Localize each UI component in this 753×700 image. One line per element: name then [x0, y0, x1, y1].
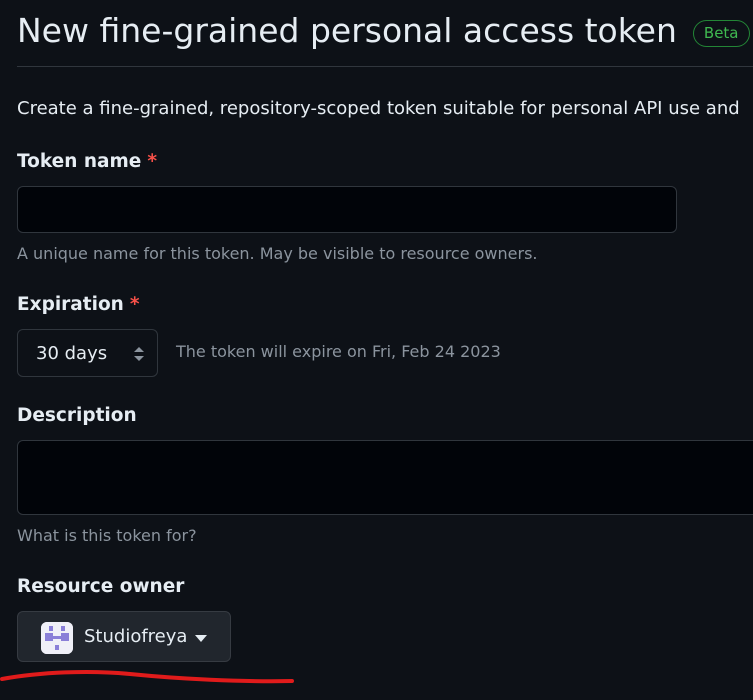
- description-label: Description: [17, 405, 137, 426]
- required-mark: *: [129, 294, 140, 315]
- required-mark: *: [147, 151, 158, 172]
- header-divider: [17, 66, 753, 67]
- token-name-hint: A unique name for this token. May be vis…: [17, 244, 538, 263]
- caret-down-icon: [195, 635, 207, 642]
- description-hint: What is this token for?: [17, 526, 197, 545]
- expiration-select[interactable]: 30 days: [17, 329, 158, 377]
- expiration-label-text: Expiration: [17, 294, 124, 315]
- org-avatar-icon: [41, 622, 73, 654]
- token-name-label-text: Token name: [17, 151, 142, 172]
- expiration-note: The token will expire on Fri, Feb 24 202…: [176, 342, 501, 361]
- expiration-label: Expiration *: [17, 293, 140, 317]
- resource-owner-name: Studiofreya: [84, 626, 188, 647]
- page-header: New fine-grained personal access token B…: [17, 10, 750, 52]
- expiration-selected-value: 30 days: [36, 343, 108, 364]
- select-updown-icon: [134, 347, 144, 361]
- token-name-label: Token name *: [17, 150, 157, 174]
- resource-owner-dropdown[interactable]: Studiofreya: [17, 611, 231, 662]
- description-input[interactable]: [17, 440, 753, 515]
- annotation-underline: [0, 669, 294, 684]
- resource-owner-label: Resource owner: [17, 576, 185, 597]
- page: New fine-grained personal access token B…: [0, 0, 753, 700]
- page-description: Create a fine-grained, repository-scoped…: [17, 98, 740, 119]
- token-name-input[interactable]: [17, 186, 677, 233]
- beta-badge: Beta: [692, 19, 750, 47]
- page-title: New fine-grained personal access token: [17, 11, 677, 50]
